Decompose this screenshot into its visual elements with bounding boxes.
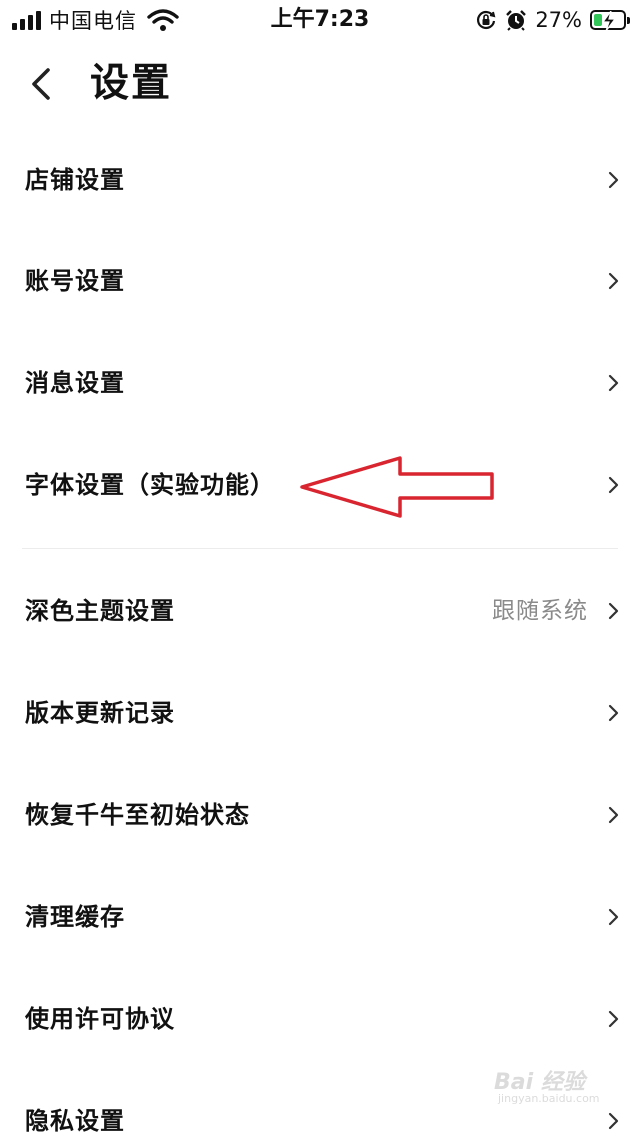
chevron-right-icon [608, 806, 620, 824]
watermark-sub: jingyan.baidu.com [498, 1092, 600, 1105]
chevron-right-icon [608, 1112, 620, 1130]
settings-row-message[interactable]: 消息设置 [0, 338, 640, 428]
chevron-right-icon [608, 704, 620, 722]
alarm-icon [506, 10, 527, 31]
left-arrow-annotation [300, 456, 494, 518]
settings-row-license[interactable]: 使用许可协议 [0, 974, 640, 1064]
chevron-right-icon [608, 374, 620, 392]
settings-row-shop[interactable]: 店铺设置 [0, 135, 640, 225]
nav-bar: 设置 [0, 44, 640, 128]
section-divider [22, 548, 618, 549]
watermark-logo: Bai 经验 jingyan.baidu.com [494, 1064, 612, 1108]
row-label: 恢复千牛至初始状态 [25, 801, 250, 829]
battery-charging-icon [590, 10, 630, 31]
settings-row-account[interactable]: 账号设置 [0, 236, 640, 326]
orientation-lock-icon [477, 10, 496, 30]
row-label: 隐私设置 [25, 1107, 125, 1135]
status-bar: 中国电信 上午7:23 27% [0, 0, 640, 40]
row-label: 字体设置（实验功能） [25, 471, 275, 499]
settings-screen: 中国电信 上午7:23 27% 设置 店铺设置 账号设置 消息设置 字体设置（实… [0, 0, 640, 1136]
back-button[interactable] [22, 62, 62, 106]
battery-percent: 27% [535, 8, 582, 32]
settings-row-reset[interactable]: 恢复千牛至初始状态 [0, 770, 640, 860]
chevron-right-icon [608, 171, 620, 189]
row-label: 消息设置 [25, 369, 125, 397]
row-label: 清理缓存 [25, 903, 125, 931]
settings-row-version-history[interactable]: 版本更新记录 [0, 668, 640, 758]
row-label: 使用许可协议 [25, 1005, 175, 1033]
settings-row-dark-theme[interactable]: 深色主题设置 跟随系统 [0, 566, 640, 656]
chevron-left-icon [32, 68, 50, 100]
page-title: 设置 [90, 61, 173, 106]
row-label: 深色主题设置 [25, 597, 175, 625]
chevron-right-icon [608, 602, 620, 620]
row-label: 版本更新记录 [25, 699, 175, 727]
settings-row-clear-cache[interactable]: 清理缓存 [0, 872, 640, 962]
row-value: 跟随系统 [492, 598, 588, 624]
row-label: 店铺设置 [25, 166, 125, 194]
chevron-right-icon [608, 1010, 620, 1028]
chevron-right-icon [608, 908, 620, 926]
chevron-right-icon [608, 476, 620, 494]
row-label: 账号设置 [25, 267, 125, 295]
chevron-right-icon [608, 272, 620, 290]
status-right: 27% [475, 6, 630, 34]
